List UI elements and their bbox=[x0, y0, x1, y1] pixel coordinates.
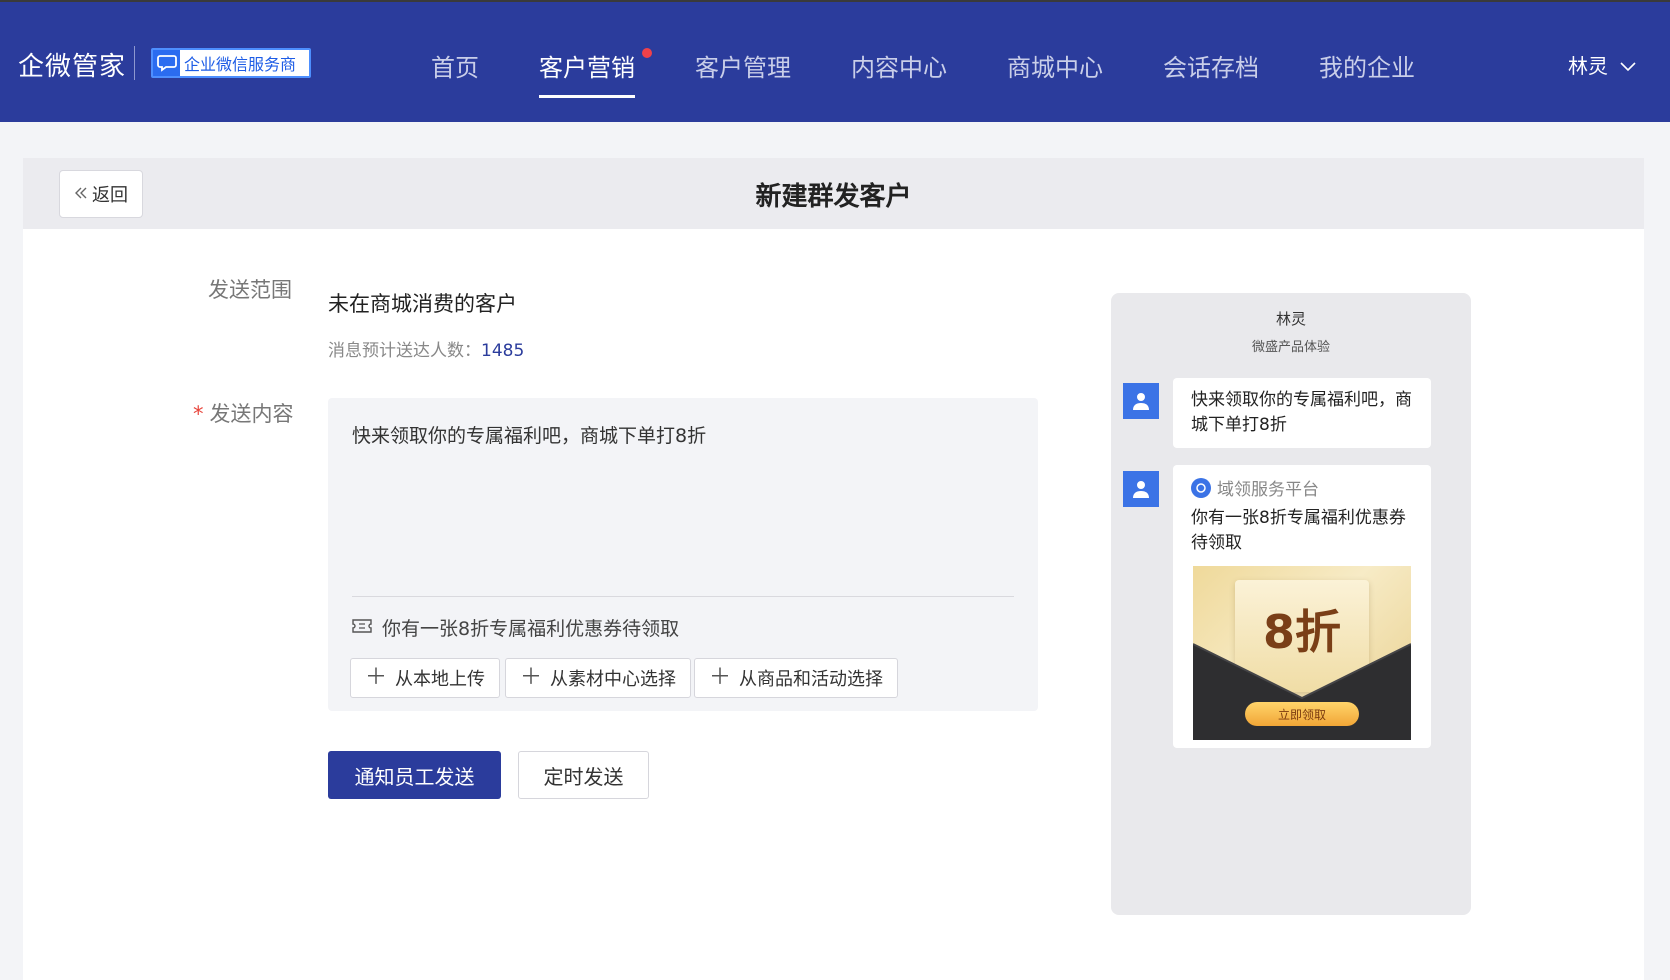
coupon-image: 8折 立即领取 bbox=[1193, 566, 1411, 740]
select-material-button[interactable]: ＋ 从素材中心选择 bbox=[505, 658, 692, 698]
mini-program-logo-icon bbox=[1191, 477, 1211, 498]
user-icon bbox=[1133, 481, 1149, 498]
select-material-label: 从素材中心选择 bbox=[550, 669, 677, 690]
content-label-row: * 发送内容 bbox=[193, 398, 294, 428]
select-product-label: 从商品和活动选择 bbox=[739, 669, 884, 690]
claim-button: 立即领取 bbox=[1245, 702, 1359, 726]
reach-label: 消息预计送达人数： bbox=[328, 341, 481, 361]
page-header: 返回 新建群发客户 bbox=[23, 158, 1644, 229]
nav-item-my-enterprise[interactable]: 我的企业 bbox=[1319, 48, 1415, 83]
page-title: 新建群发客户 bbox=[755, 182, 912, 212]
notify-staff-send-button[interactable]: 通知员工发送 bbox=[328, 751, 501, 799]
active-tab-underline bbox=[539, 95, 635, 98]
nav-item-customer-management[interactable]: 客户管理 bbox=[695, 48, 791, 83]
mini-program-name: 域领服务平台 bbox=[1217, 480, 1319, 500]
user-name: 林灵 bbox=[1568, 54, 1608, 78]
content-editor: 快来领取你的专属福利吧，商城下单打8折 你有一张8折专属福利优惠券待领取 ＋ 从… bbox=[328, 398, 1038, 711]
nav-item-home[interactable]: 首页 bbox=[431, 48, 479, 83]
estimated-reach: 消息预计送达人数：1485 bbox=[328, 336, 524, 361]
plus-icon: ＋ bbox=[709, 665, 732, 690]
content-textarea[interactable]: 快来领取你的专属福利吧，商城下单打8折 bbox=[352, 422, 1012, 562]
preview-sender-name: 林灵 bbox=[1275, 310, 1306, 328]
avatar bbox=[1123, 383, 1159, 419]
plus-icon: ＋ bbox=[520, 665, 543, 690]
scope-value: 未在商城消费的客户 bbox=[328, 292, 517, 316]
phone-preview: 林灵 微盛产品体验 快来领取你的专属福利吧，商城下单打8折 域领服务平台 你有一… bbox=[1111, 293, 1471, 915]
schedule-send-button[interactable]: 定时发送 bbox=[518, 751, 649, 799]
preview-corp-name: 微盛产品体验 bbox=[1251, 340, 1330, 355]
mini-program-title: 你有一张8折专属福利优惠券待领取 bbox=[1191, 508, 1406, 553]
plus-icon: ＋ bbox=[365, 665, 388, 690]
preview-message-text: 快来领取你的专属福利吧，商城下单打8折 bbox=[1191, 390, 1412, 435]
user-menu[interactable]: 林灵 bbox=[1568, 50, 1636, 79]
notification-dot bbox=[642, 48, 652, 58]
upload-local-button[interactable]: ＋ 从本地上传 bbox=[350, 658, 501, 698]
preview-mini-program-card: 域领服务平台 你有一张8折专属福利优惠券待领取 8折 立即领取 bbox=[1173, 465, 1431, 748]
ticket-icon bbox=[352, 617, 372, 639]
reach-count: 1485 bbox=[481, 341, 525, 361]
nav-item-mall-center[interactable]: 商城中心 bbox=[1007, 48, 1103, 83]
chevron-down-icon bbox=[1620, 53, 1636, 77]
main-card: 返回 新建群发客户 发送范围 未在商城消费的客户 消息预计送达人数：1485 *… bbox=[23, 158, 1644, 980]
top-navigation-bar: 企微管家 企业微信服务商 首页 客户营销 客户管理 内容中心 商城中心 会话存档… bbox=[0, 0, 1670, 122]
scope-label: 发送范围 bbox=[208, 278, 292, 302]
preview-message-bubble: 快来领取你的专属福利吧，商城下单打8折 bbox=[1173, 378, 1431, 448]
select-product-button[interactable]: ＋ 从商品和活动选择 bbox=[694, 658, 899, 698]
content-divider bbox=[352, 596, 1014, 597]
main-nav: 首页 客户营销 客户管理 内容中心 商城中心 会话存档 我的企业 bbox=[0, 2, 1670, 124]
upload-local-label: 从本地上传 bbox=[395, 669, 486, 690]
content-label: 发送内容 bbox=[209, 402, 294, 426]
mini-program-header: 域领服务平台 bbox=[1173, 465, 1431, 500]
nav-item-customer-marketing[interactable]: 客户营销 bbox=[539, 48, 635, 83]
required-mark: * bbox=[193, 402, 204, 426]
avatar bbox=[1123, 471, 1159, 507]
attachment-title: 你有一张8折专属福利优惠券待领取 bbox=[382, 618, 680, 640]
nav-item-content-center[interactable]: 内容中心 bbox=[851, 48, 947, 83]
user-icon bbox=[1133, 393, 1149, 410]
attachment-item[interactable]: 你有一张8折专属福利优惠券待领取 bbox=[352, 614, 679, 641]
nav-item-session-archive[interactable]: 会话存档 bbox=[1163, 48, 1259, 83]
